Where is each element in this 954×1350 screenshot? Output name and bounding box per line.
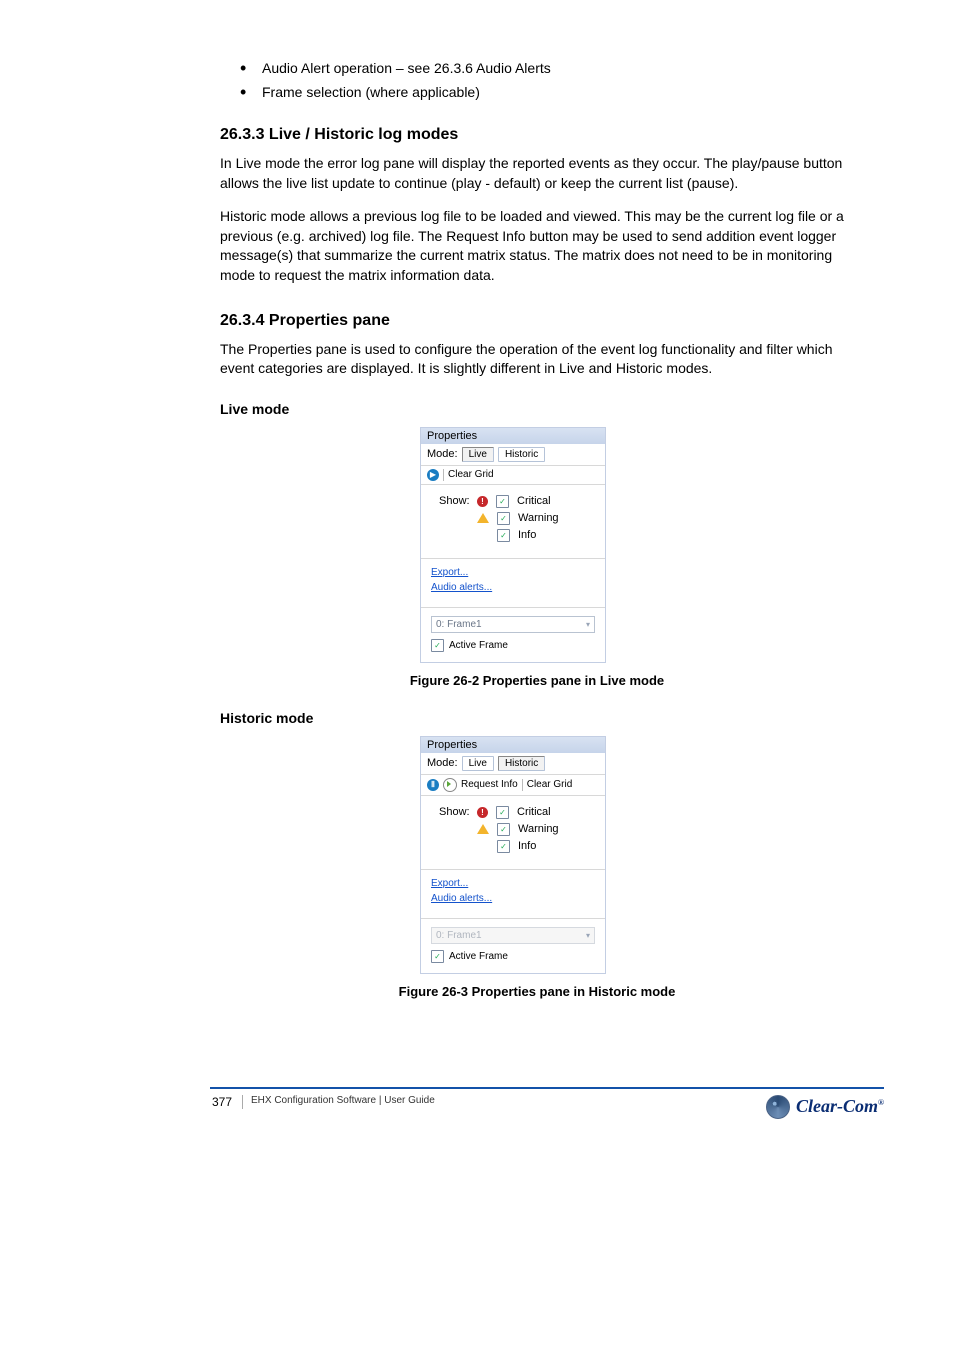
figure-26-2: Properties Mode: Live Historic ▶ Clear G… xyxy=(420,427,854,663)
critical-checkbox[interactable]: ✓ xyxy=(496,806,509,819)
critical-checkbox[interactable]: ✓ xyxy=(496,495,509,508)
tab-historic[interactable]: Historic xyxy=(498,756,545,771)
export-link[interactable]: Export... xyxy=(431,567,595,578)
bullet-item: Frame selection (where applicable) xyxy=(240,84,854,100)
clear-grid-button[interactable]: Clear Grid xyxy=(448,469,494,480)
chevron-down-icon: ▾ xyxy=(586,620,590,629)
page-footer: 377 EHX Configuration Software | User Gu… xyxy=(210,1087,884,1119)
properties-panel-live: Properties Mode: Live Historic ▶ Clear G… xyxy=(420,427,606,663)
figure-26-3: Properties Mode: Live Historic Ⅱ Request… xyxy=(420,736,854,974)
tab-live[interactable]: Live xyxy=(462,447,494,462)
footer-doc-title: EHX Configuration Software | User Guide xyxy=(251,1095,435,1109)
clear-com-logo: Clear-Com® xyxy=(766,1095,884,1119)
show-section: Show: ! ✓ Critical ✓ Warning ✓ Info xyxy=(421,796,605,870)
mode-label: Mode: xyxy=(427,448,458,460)
show-label: Show: xyxy=(439,495,469,507)
info-label: Info xyxy=(518,529,536,541)
active-frame-checkbox[interactable]: ✓ xyxy=(431,639,444,652)
show-label: Show: xyxy=(439,806,469,818)
info-label: Info xyxy=(518,840,536,852)
frame-section: 0: Frame1 ▾ ✓ Active Frame xyxy=(421,608,605,662)
body-text: In Live mode the error log pane will dis… xyxy=(220,154,854,193)
links-section: Export... Audio alerts... xyxy=(421,870,605,919)
body-text: Historic mode allows a previous log file… xyxy=(220,207,854,285)
critical-icon: ! xyxy=(477,807,488,818)
frame-select[interactable]: 0: Frame1 ▾ xyxy=(431,616,595,633)
bullet-item: Audio Alert operation – see 26.3.6 Audio… xyxy=(240,60,854,76)
warning-icon xyxy=(477,513,489,523)
warning-checkbox[interactable]: ✓ xyxy=(497,512,510,525)
info-checkbox[interactable]: ✓ xyxy=(497,529,510,542)
request-info-icon[interactable] xyxy=(443,778,457,792)
clear-grid-button[interactable]: Clear Grid xyxy=(527,779,573,790)
section-heading-live-historic: 26.3.3 Live / Historic log modes xyxy=(220,126,854,144)
active-frame-label: Active Frame xyxy=(449,951,508,962)
toolbar-row: Ⅱ Request Info Clear Grid xyxy=(421,775,605,796)
info-checkbox[interactable]: ✓ xyxy=(497,840,510,853)
mode-label: Mode: xyxy=(427,757,458,769)
properties-panel-historic: Properties Mode: Live Historic Ⅱ Request… xyxy=(420,736,606,974)
audio-alerts-link[interactable]: Audio alerts... xyxy=(431,893,595,904)
critical-label: Critical xyxy=(517,806,551,818)
figure-caption: Figure 26-2 Properties pane in Live mode xyxy=(220,673,854,688)
section-heading-properties-pane: 26.3.4 Properties pane xyxy=(220,312,854,330)
panel-title: Properties xyxy=(421,737,605,753)
active-frame-label: Active Frame xyxy=(449,640,508,651)
export-link[interactable]: Export... xyxy=(431,878,595,889)
chevron-down-icon: ▾ xyxy=(586,931,590,940)
active-frame-checkbox[interactable]: ✓ xyxy=(431,950,444,963)
figure-caption: Figure 26-3 Properties pane in Historic … xyxy=(220,984,854,999)
mode-row: Mode: Live Historic xyxy=(421,753,605,775)
frame-section: 0: Frame1 ▾ ✓ Active Frame xyxy=(421,919,605,973)
page-number: 377 xyxy=(210,1095,243,1109)
subsection-historic-mode: Historic mode xyxy=(220,710,854,726)
bullet-list: Audio Alert operation – see 26.3.6 Audio… xyxy=(220,60,854,100)
audio-alerts-link[interactable]: Audio alerts... xyxy=(431,582,595,593)
frame-select-value: 0: Frame1 xyxy=(436,619,482,630)
pause-icon[interactable]: Ⅱ xyxy=(427,779,439,791)
body-text: The Properties pane is used to configure… xyxy=(220,340,854,379)
show-section: Show: ! ✓ Critical ✓ Warning ✓ Info xyxy=(421,485,605,559)
play-icon[interactable]: ▶ xyxy=(427,469,439,481)
toolbar-row: ▶ Clear Grid xyxy=(421,466,605,485)
tab-live[interactable]: Live xyxy=(462,756,494,771)
frame-select-value: 0: Frame1 xyxy=(436,930,482,941)
mode-row: Mode: Live Historic xyxy=(421,444,605,466)
tab-historic[interactable]: Historic xyxy=(498,447,545,462)
warning-label: Warning xyxy=(518,512,559,524)
panel-title: Properties xyxy=(421,428,605,444)
request-info-button[interactable]: Request Info xyxy=(461,779,518,790)
separator xyxy=(522,779,523,791)
logo-icon xyxy=(766,1095,790,1119)
separator xyxy=(443,469,444,481)
links-section: Export... Audio alerts... xyxy=(421,559,605,608)
critical-icon: ! xyxy=(477,496,488,507)
logo-text: Clear-Com xyxy=(796,1096,878,1116)
subsection-live-mode: Live mode xyxy=(220,401,854,417)
frame-select: 0: Frame1 ▾ xyxy=(431,927,595,944)
warning-checkbox[interactable]: ✓ xyxy=(497,823,510,836)
warning-icon xyxy=(477,824,489,834)
critical-label: Critical xyxy=(517,495,551,507)
warning-label: Warning xyxy=(518,823,559,835)
